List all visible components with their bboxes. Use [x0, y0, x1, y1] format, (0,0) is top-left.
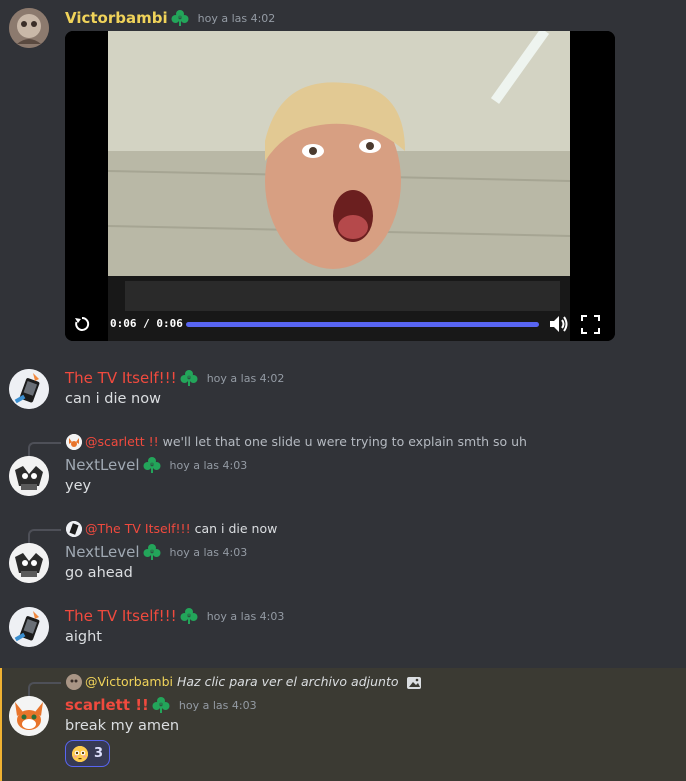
video-player[interactable]: 0:06 / 0:06 [65, 31, 615, 341]
timestamp: hoy a las 4:03 [206, 609, 285, 623]
message-header: scarlett !! hoy a las 4:03 [65, 696, 257, 714]
message-text: yey [65, 478, 92, 494]
timestamp: hoy a las 4:03 [178, 698, 257, 712]
image-icon [407, 676, 422, 689]
timestamp: hoy a las 4:03 [169, 458, 248, 472]
clover-badge-icon[interactable] [180, 607, 198, 625]
reply-connector [28, 682, 61, 696]
video-progress-bar[interactable] [186, 322, 539, 327]
message-tv-itself-aight: The TV Itself!!! hoy a las 4:03 aight [0, 598, 686, 658]
reaction-count: 3 [94, 746, 104, 761]
reply-avatar [66, 674, 82, 690]
video-time: 0:06 / 0:06 [110, 317, 183, 330]
username[interactable]: scarlett !! [65, 696, 149, 714]
message-header: The TV Itself!!! hoy a las 4:02 [65, 369, 284, 387]
clover-badge-icon[interactable] [152, 696, 170, 714]
timestamp: hoy a las 4:02 [206, 371, 285, 385]
avatar[interactable] [9, 543, 49, 583]
clover-badge-icon[interactable] [171, 9, 189, 27]
avatar[interactable] [9, 369, 49, 409]
message-text: can i die now [65, 391, 161, 407]
clover-badge-icon[interactable] [143, 456, 161, 474]
reply-avatar [66, 521, 82, 537]
message-tv-itself: The TV Itself!!! hoy a las 4:02 can i di… [0, 360, 686, 420]
username[interactable]: The TV Itself!!! [65, 607, 177, 625]
video-frame [65, 31, 615, 341]
reply-text: can i die now [194, 521, 278, 536]
message-nextlevel-go-ahead: @The TV Itself!!! can i die now NextLeve… [0, 519, 686, 589]
username[interactable]: NextLevel [65, 456, 140, 474]
clover-badge-icon[interactable] [143, 543, 161, 561]
message-nextlevel-yey: @scarlett !! we'll let that one slide u … [0, 432, 686, 502]
username[interactable]: The TV Itself!!! [65, 369, 177, 387]
reply-author[interactable]: @Victorbambi Haz clic para ver el archiv… [85, 674, 422, 690]
reply-avatar [66, 434, 82, 450]
avatar-image [9, 543, 49, 583]
reply-connector [28, 442, 61, 456]
message-text: aight [65, 629, 102, 645]
reply-text: we'll let that one slide u were trying t… [162, 434, 527, 449]
avatar-image [9, 696, 49, 736]
timestamp: hoy a las 4:03 [169, 545, 248, 559]
reaction-button[interactable]: 3 [65, 740, 110, 767]
avatar-image [9, 607, 49, 647]
avatar[interactable] [9, 607, 49, 647]
message-header: NextLevel hoy a las 4:03 [65, 543, 247, 561]
avatar[interactable] [9, 8, 49, 48]
message-text: break my amen [65, 718, 180, 734]
flushed-face-icon [72, 745, 88, 762]
reply-author[interactable]: @scarlett !! we'll let that one slide u … [85, 434, 527, 449]
username[interactable]: NextLevel [65, 543, 140, 561]
avatar-image [9, 456, 49, 496]
fullscreen-icon[interactable] [581, 315, 600, 334]
clover-badge-icon[interactable] [180, 369, 198, 387]
avatar[interactable] [9, 456, 49, 496]
timestamp: hoy a las 4:02 [197, 11, 276, 25]
reply-author[interactable]: @The TV Itself!!! can i die now [85, 521, 277, 536]
video-controls: 0:06 / 0:06 [65, 307, 615, 341]
avatar-image [9, 369, 49, 409]
message-header: NextLevel hoy a las 4:03 [65, 456, 247, 474]
replay-icon[interactable] [73, 315, 91, 333]
reply-text: Haz clic para ver el archivo adjunto [176, 674, 399, 689]
volume-icon[interactable] [548, 314, 570, 334]
message-header: Victorbambi hoy a las 4:02 [65, 9, 275, 27]
message-text: go ahead [65, 565, 133, 581]
avatar-image [9, 8, 49, 48]
avatar[interactable] [9, 696, 49, 736]
message-header: The TV Itself!!! hoy a las 4:03 [65, 607, 284, 625]
username[interactable]: Victorbambi [65, 9, 168, 27]
message-victorbambi: Victorbambi hoy a las 4:02 0:06 / 0:06 [0, 0, 686, 350]
reply-connector [28, 529, 61, 543]
